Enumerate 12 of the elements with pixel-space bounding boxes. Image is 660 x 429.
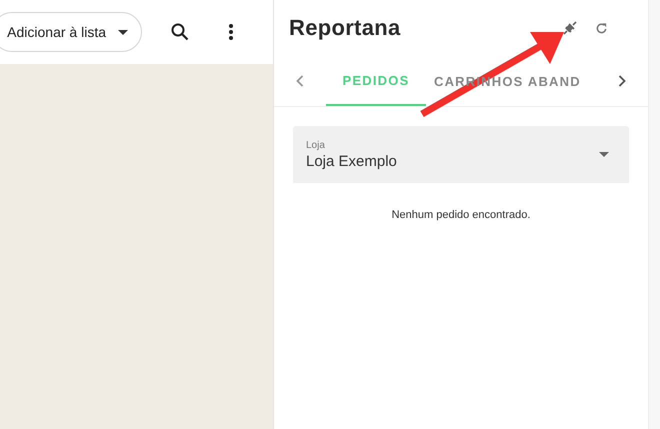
chevron-right-icon[interactable] — [618, 75, 626, 87]
empty-message: Nenhum pedido encontrado. — [390, 209, 532, 221]
plug-icon[interactable] — [563, 21, 577, 35]
add-to-list-button[interactable]: Adicionar à lista — [0, 12, 142, 52]
chevron-left-icon[interactable] — [296, 75, 304, 87]
logo: Reportana — [289, 15, 400, 41]
store-select[interactable]: Loja Loja Exemplo — [293, 126, 629, 183]
dropdown-caret-icon — [599, 152, 609, 157]
refresh-icon[interactable] — [595, 22, 608, 34]
caret-icon — [118, 30, 128, 34]
menu-icon[interactable] — [228, 23, 234, 41]
search-icon[interactable] — [170, 22, 190, 42]
